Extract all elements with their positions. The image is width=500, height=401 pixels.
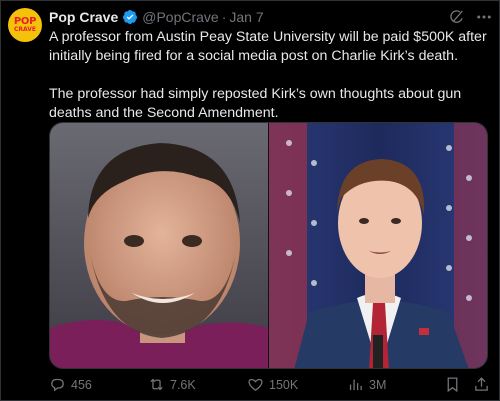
verified-badge-icon bbox=[123, 10, 138, 24]
views-action[interactable]: 3M bbox=[347, 376, 386, 393]
reply-count: 456 bbox=[71, 377, 92, 392]
repost-icon bbox=[150, 378, 163, 391]
heart-icon bbox=[248, 378, 263, 391]
bookmark-icon[interactable] bbox=[444, 376, 461, 393]
separator-dot: · bbox=[221, 9, 227, 25]
repost-action[interactable]: 7.6K bbox=[148, 376, 196, 393]
views-chart-icon bbox=[349, 379, 362, 391]
author-handle[interactable]: @PopCrave bbox=[142, 9, 218, 25]
tweet-paragraph-1: A professor from Austin Peay State Unive… bbox=[49, 29, 487, 64]
tweet-paragraph-2: The professor had simply reposted Kirk’s… bbox=[49, 86, 462, 121]
media-grid[interactable] bbox=[49, 122, 488, 369]
grok-icon[interactable] bbox=[449, 9, 465, 25]
view-count: 3M bbox=[369, 377, 387, 392]
tweet[interactable]: POP CRAVE Pop Crave @PopCrave · Jan 7 A … bbox=[0, 0, 500, 401]
avatar-text-top: POP bbox=[13, 16, 37, 27]
right-photo[interactable] bbox=[269, 123, 488, 369]
share-icon[interactable] bbox=[473, 376, 490, 393]
left-photo[interactable] bbox=[50, 123, 268, 369]
like-count: 150K bbox=[269, 377, 299, 392]
like-action[interactable]: 150K bbox=[247, 376, 298, 393]
more-options-icon[interactable] bbox=[475, 9, 493, 25]
avatar[interactable]: POP CRAVE bbox=[8, 8, 42, 42]
tweet-header: Pop Crave @PopCrave · Jan 7 bbox=[49, 7, 264, 27]
author-name[interactable]: Pop Crave bbox=[49, 9, 118, 25]
reply-action[interactable]: 456 bbox=[49, 376, 92, 393]
tweet-text: A professor from Austin Peay State Unive… bbox=[49, 28, 489, 123]
post-date[interactable]: Jan 7 bbox=[229, 9, 263, 25]
action-bar: 456 7.6K 150K 3M bbox=[49, 376, 497, 396]
reply-icon bbox=[51, 378, 64, 392]
repost-count: 7.6K bbox=[170, 377, 196, 392]
avatar-text-bottom: CRAVE bbox=[13, 26, 36, 33]
